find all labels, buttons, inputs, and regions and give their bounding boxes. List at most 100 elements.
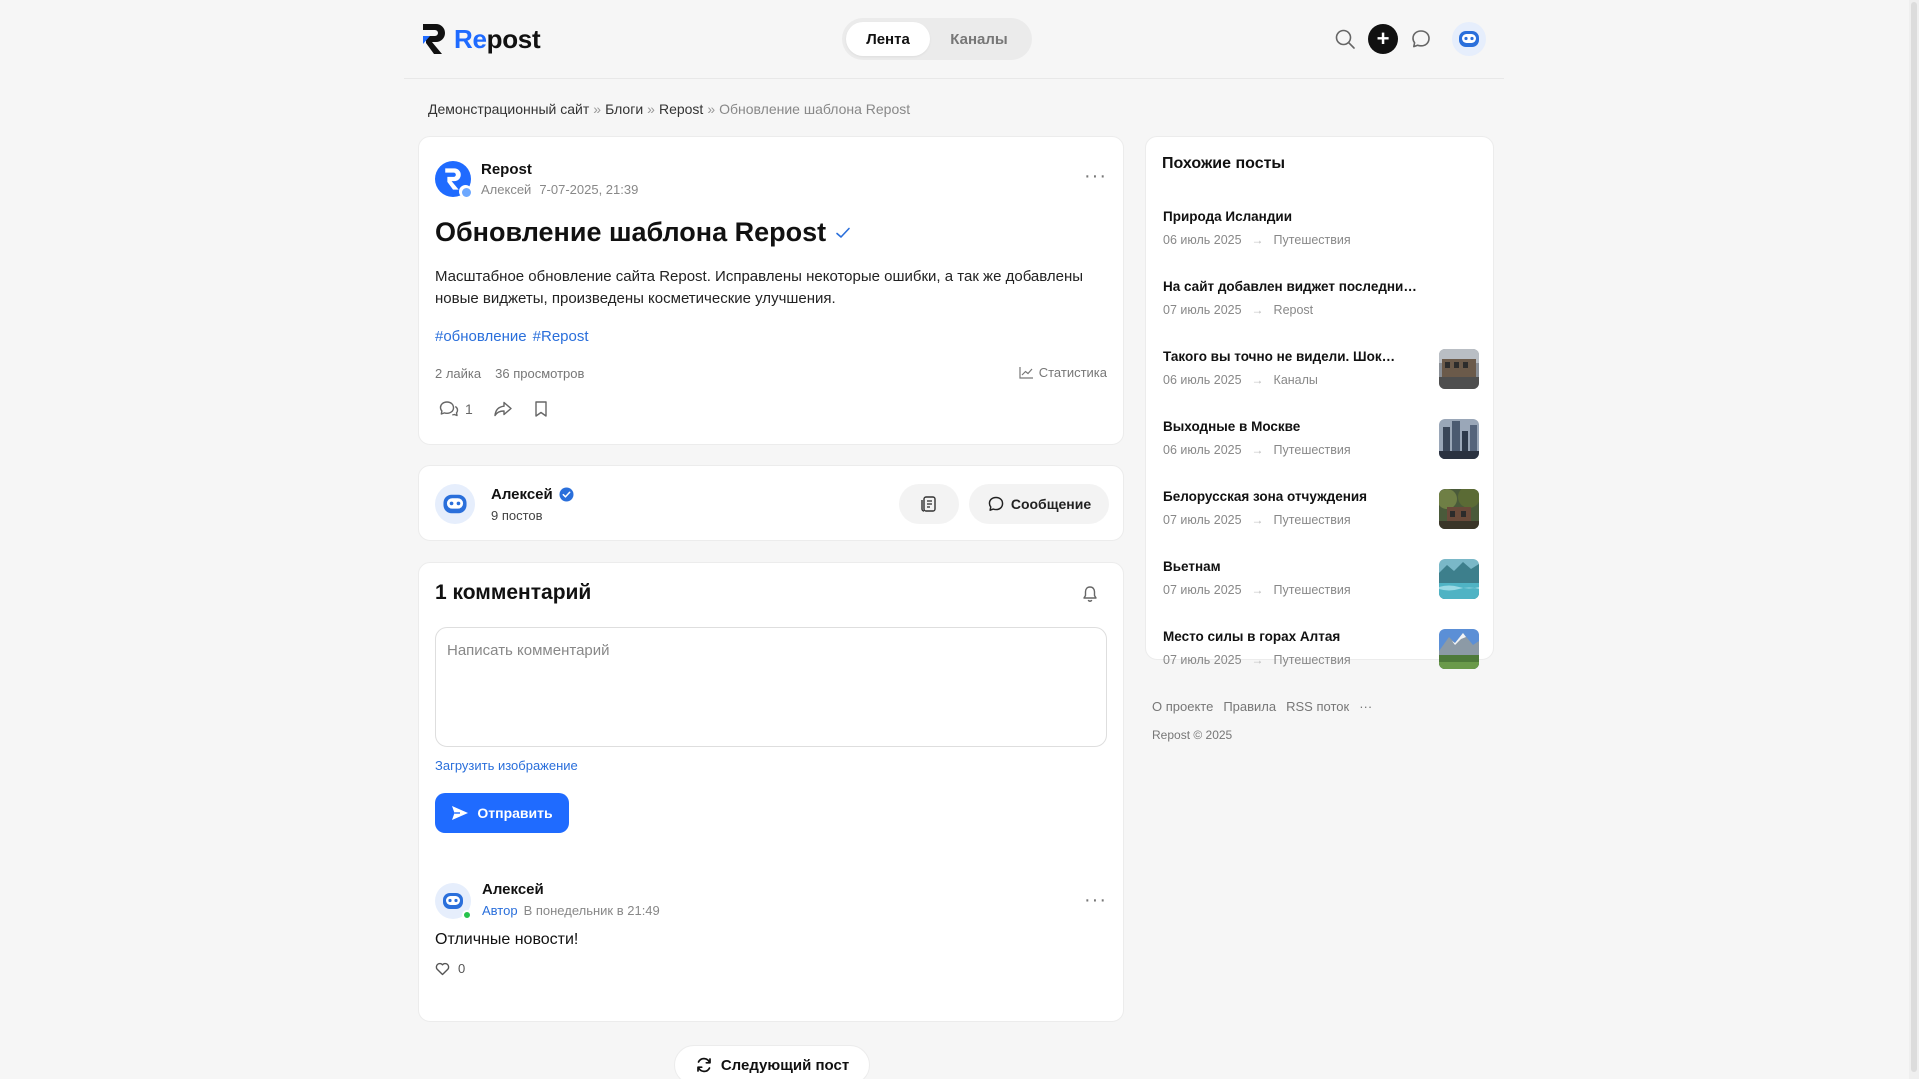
post-channel-name[interactable]: Repost bbox=[481, 161, 638, 178]
comment-author-avatar[interactable] bbox=[435, 883, 472, 920]
related-posts-card: Похожие посты Природа Исландии 06 июль 2… bbox=[1145, 136, 1494, 669]
heart-icon bbox=[435, 962, 450, 975]
comment-meta: Автор В понедельник в 21:49 bbox=[482, 903, 660, 918]
related-post-item[interactable]: Выходные в Москве 06 июль 2025 → Путешеств… bbox=[1163, 419, 1479, 483]
related-post-item[interactable]: Природа Исландии 06 июль 2025 → Путешестви… bbox=[1163, 209, 1479, 273]
related-post-thumbnail[interactable] bbox=[1439, 629, 1479, 669]
tab-feed[interactable]: Лента bbox=[846, 22, 930, 56]
tag-link[interactable]: #Repost bbox=[533, 328, 589, 345]
statistics-label: Статистика bbox=[1038, 365, 1107, 380]
related-post-meta: 06 июль 2025 → Путешествия bbox=[1163, 233, 1479, 247]
message-button[interactable]: Сообщение bbox=[969, 484, 1109, 524]
author-name[interactable]: Алексей bbox=[491, 486, 553, 503]
messages-button[interactable] bbox=[1404, 22, 1438, 56]
related-post-category[interactable]: Путешествия bbox=[1274, 583, 1351, 597]
breadcrumb-separator: » bbox=[707, 101, 716, 117]
robot-avatar-icon bbox=[443, 893, 463, 909]
subscribe-comments-button[interactable] bbox=[1081, 585, 1099, 608]
send-icon bbox=[452, 806, 469, 820]
feed-switcher: Лента Каналы bbox=[842, 18, 1032, 60]
related-post-title[interactable]: Природа Исландии bbox=[1163, 209, 1423, 224]
comment-author-role: Автор bbox=[482, 903, 518, 918]
robot-avatar-icon bbox=[1459, 31, 1479, 47]
related-post-thumbnail[interactable] bbox=[1439, 419, 1479, 459]
related-post-category[interactable]: Repost bbox=[1274, 303, 1314, 317]
related-post-category[interactable]: Путешествия bbox=[1274, 233, 1351, 247]
related-post-item[interactable]: Белорусская зона отчуждения 07 июль 2025… bbox=[1163, 489, 1479, 553]
footer-more-button[interactable]: ··· bbox=[1359, 699, 1372, 714]
post-menu-button[interactable]: ··· bbox=[1084, 166, 1107, 186]
robot-avatar-icon bbox=[443, 494, 467, 514]
related-post-category[interactable]: Путешествия bbox=[1274, 443, 1351, 457]
related-post-title[interactable]: Место силы в горах Алтая bbox=[1163, 629, 1423, 644]
search-button[interactable] bbox=[1328, 22, 1362, 56]
related-post-meta: 06 июль 2025 → Каналы bbox=[1163, 373, 1479, 387]
share-button[interactable] bbox=[493, 400, 513, 418]
related-post-category[interactable]: Путешествия bbox=[1274, 513, 1351, 527]
breadcrumb: Демонстрационный сайт» Блоги» Repost» Обнов… bbox=[428, 101, 910, 117]
comments-title: 1 комментарий bbox=[435, 581, 592, 604]
next-post-label: Следующий пост bbox=[720, 1056, 850, 1074]
author-posts-button[interactable] bbox=[899, 484, 959, 524]
related-post-item[interactable]: Такого вы точно не видели. Шок… 06 июль … bbox=[1163, 349, 1479, 413]
related-post-date: 06 июль 2025 bbox=[1163, 443, 1242, 457]
related-post-item[interactable]: Вьетнам 07 июль 2025 → Путешествия bbox=[1163, 559, 1479, 623]
footer-link-about[interactable]: О проекте bbox=[1152, 699, 1213, 714]
comment-menu-button[interactable]: ··· bbox=[1084, 890, 1107, 910]
bookmark-button[interactable] bbox=[533, 400, 549, 418]
breadcrumb-home[interactable]: Демонстрационный сайт bbox=[428, 101, 589, 117]
related-post-thumbnail[interactable] bbox=[1439, 489, 1479, 529]
header-actions: + bbox=[1328, 22, 1486, 56]
user-avatar[interactable] bbox=[1452, 22, 1486, 56]
footer-link-rss[interactable]: RSS поток bbox=[1286, 699, 1349, 714]
comment-like-button[interactable]: 0 bbox=[435, 961, 465, 976]
create-post-button[interactable]: + bbox=[1368, 24, 1398, 54]
arrow-right-icon: → bbox=[1251, 443, 1264, 457]
post-meta: Алексей 7-07-2025, 21:39 bbox=[481, 182, 638, 197]
upload-image-link[interactable]: Загрузить изображение bbox=[435, 758, 578, 773]
post-card: Repost Алексей 7-07-2025, 21:39 ··· Обнов… bbox=[418, 136, 1124, 445]
footer-link-rules[interactable]: Правила bbox=[1223, 699, 1276, 714]
comment-text: Отличные новости! bbox=[435, 931, 579, 948]
comments-button[interactable]: 1 bbox=[439, 400, 473, 418]
related-post-item[interactable]: Место силы в горах Алтая 07 июль 2025 → Пу… bbox=[1163, 629, 1479, 693]
page-scrollbar[interactable] bbox=[1909, 0, 1919, 1079]
post-body: Масштабное обновление сайта Repost. Испр… bbox=[435, 268, 1084, 307]
related-post-title[interactable]: Выходные в Москве bbox=[1163, 419, 1423, 434]
comment-time: В понедельник в 21:49 bbox=[523, 903, 660, 918]
breadcrumb-repost[interactable]: Repost bbox=[659, 101, 703, 117]
related-post-thumbnail[interactable] bbox=[1439, 349, 1479, 389]
tag-link[interactable]: #обновление bbox=[435, 328, 527, 345]
channel-avatar[interactable] bbox=[435, 161, 472, 198]
comment-author[interactable]: Алексей bbox=[482, 881, 544, 898]
breadcrumb-blogs[interactable]: Блоги bbox=[605, 101, 643, 117]
related-post-category[interactable]: Путешествия bbox=[1274, 653, 1351, 667]
related-post-item[interactable]: На сайт добавлен виджет последних… 07 ию… bbox=[1163, 279, 1479, 343]
related-post-title[interactable]: Вьетнам bbox=[1163, 559, 1423, 574]
related-post-date: 07 июль 2025 bbox=[1163, 513, 1242, 527]
post-author[interactable]: Алексей bbox=[481, 182, 531, 197]
share-icon bbox=[494, 401, 512, 417]
related-post-date: 07 июль 2025 bbox=[1163, 653, 1242, 667]
related-post-meta: 07 июль 2025 → Путешествия bbox=[1163, 583, 1479, 597]
comments-count: 1 bbox=[465, 401, 473, 417]
related-post-meta: 07 июль 2025 → Путешествия bbox=[1163, 513, 1479, 527]
related-posts-title: Похожие посты bbox=[1162, 155, 1286, 172]
send-comment-button[interactable]: Отправить bbox=[435, 793, 569, 833]
scrollbar-thumb[interactable] bbox=[1911, 2, 1917, 1072]
statistics-link[interactable]: Статистика bbox=[1019, 365, 1107, 380]
comment-input[interactable] bbox=[435, 627, 1107, 747]
related-post-thumbnail[interactable] bbox=[1439, 559, 1479, 599]
bookmark-icon bbox=[535, 401, 547, 417]
arrow-right-icon: → bbox=[1251, 373, 1264, 387]
related-post-title[interactable]: На сайт добавлен виджет последних… bbox=[1163, 279, 1423, 294]
tab-channels[interactable]: Каналы bbox=[930, 22, 1028, 56]
post-stats: 2 лайка 36 просмотров bbox=[435, 366, 584, 381]
related-post-title[interactable]: Такого вы точно не видели. Шок… bbox=[1163, 349, 1423, 364]
next-post-button[interactable]: Следующий пост bbox=[674, 1045, 870, 1079]
related-post-category[interactable]: Каналы bbox=[1274, 373, 1318, 387]
site-logo[interactable]: Repost bbox=[420, 22, 541, 56]
related-post-title[interactable]: Белорусская зона отчуждения bbox=[1163, 489, 1423, 504]
author-avatar[interactable] bbox=[435, 484, 475, 524]
related-post-meta: 07 июль 2025 → Repost bbox=[1163, 303, 1479, 317]
